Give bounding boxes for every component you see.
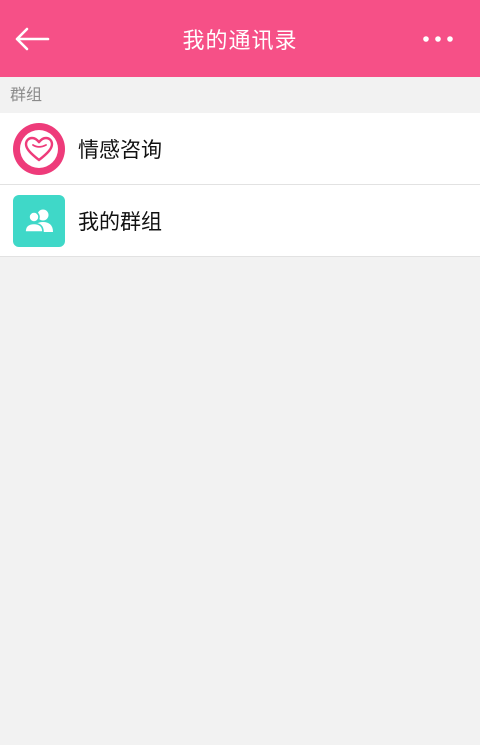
more-button[interactable] xyxy=(418,19,458,59)
contact-group-list: 情感咨询 我的群组 xyxy=(0,113,480,257)
section-header-groups: 群组 xyxy=(0,77,480,113)
back-button[interactable] xyxy=(12,19,52,59)
group-icon xyxy=(24,209,53,233)
list-item-emotional-counseling[interactable]: 情感咨询 xyxy=(0,113,480,185)
list-item-my-groups[interactable]: 我的群组 xyxy=(0,185,480,257)
avatar xyxy=(13,194,65,247)
arrow-left-icon xyxy=(15,27,50,50)
more-dots-icon xyxy=(423,35,453,42)
list-item-label: 我的群组 xyxy=(78,209,162,234)
avatar xyxy=(13,122,65,175)
list-item-label: 情感咨询 xyxy=(78,137,162,162)
page-title: 我的通讯录 xyxy=(182,28,298,54)
heart-icon xyxy=(24,136,54,161)
app-bar: 我的通讯录 xyxy=(0,0,480,77)
